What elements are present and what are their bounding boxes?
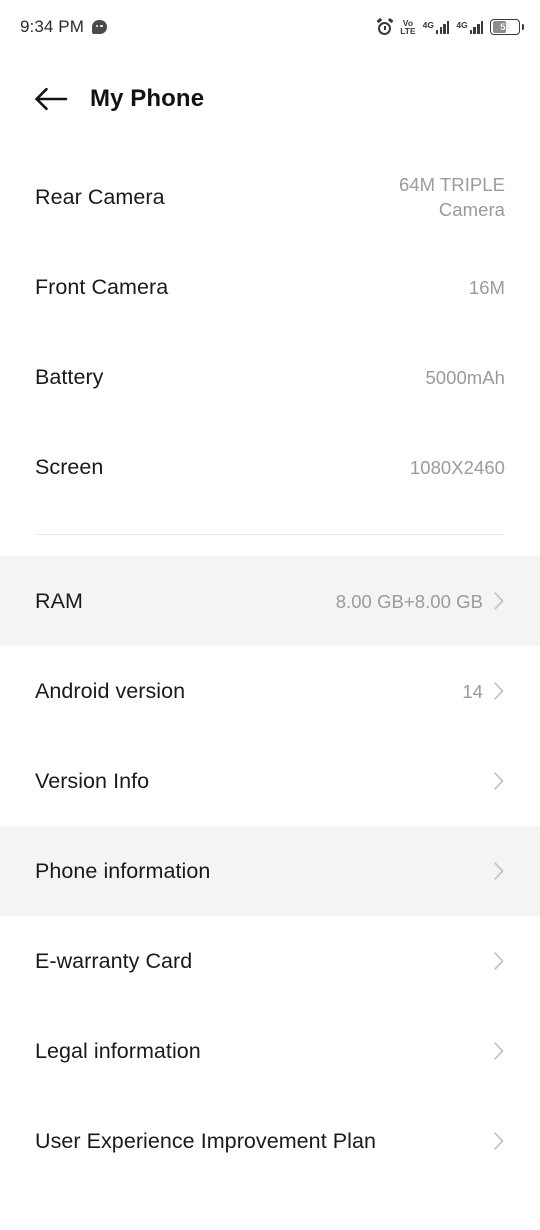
status-bar-right: Vo LTE 4G 4G 52 [376,17,524,36]
chevron-right-icon [494,682,504,700]
alarm-clock-icon [376,17,394,35]
list-item-right [493,1131,505,1151]
list-item-e-warranty-card[interactable]: E-warranty Card [0,916,540,1006]
page-title: My Phone [90,85,205,112]
battery-body: 52 [490,19,521,35]
app-bar: My Phone [0,54,540,144]
network-type-sim1-label: 4G [422,19,434,30]
list-item-phone-information[interactable]: Phone information [0,826,540,916]
list-item-label: Android version [35,679,186,703]
settings-list: Rear Camera 64M TRIPLE Camera Front Came… [0,152,540,1186]
list-item-label: Rear Camera [35,185,165,209]
list-item-value: 64M TRIPLE Camera [398,174,505,220]
list-item-value: 5000mAh [425,366,505,388]
list-item-right: 8.00 GB+8.00 GB [336,589,505,614]
list-item-right [493,951,505,971]
list-item-label: E-warranty Card [35,949,193,973]
list-item-right [493,1041,505,1061]
list-item-right: 16M [469,275,505,300]
status-bar-clock: 9:34 PM [20,17,85,36]
list-item-label: RAM [35,589,83,613]
volte-icon: Vo LTE [400,18,416,36]
status-bar: 9:34 PM Vo LTE 4G 4G 52 [0,0,540,54]
chevron-right-icon [494,772,504,790]
list-item-label: Version Info [35,769,150,793]
battery-percent-label: 52 [500,21,511,33]
battery-icon: 52 [490,19,524,35]
battery-cap [521,23,524,31]
list-item-rear-camera: Rear Camera 64M TRIPLE Camera [0,152,540,242]
list-item-right [493,771,505,791]
back-button[interactable] [34,77,78,121]
list-item-legal-information[interactable]: Legal information [0,1006,540,1096]
list-item-value: 1080X2460 [409,456,505,478]
chevron-right-icon [494,862,504,880]
signal-bars-sim2 [469,20,484,34]
list-item-label: User Experience Improvement Plan [35,1129,376,1153]
list-item-right: 5000mAh [425,365,505,390]
network-type-sim2-label: 4G [456,19,468,30]
list-item-right: 1080X2460 [410,455,505,480]
list-item-label: Screen [35,455,104,479]
list-item-version-info[interactable]: Version Info [0,736,540,826]
status-bar-left: 9:34 PM [20,17,108,37]
list-item-screen: Screen 1080X2460 [0,422,540,512]
chevron-right-icon [494,1042,504,1060]
section-divider [0,512,540,556]
list-item-ram[interactable]: RAM 8.00 GB+8.00 GB [0,556,540,646]
list-item-label: Battery [35,365,104,389]
chat-bubble-icon [92,20,108,34]
list-item-value: 16M [468,276,505,298]
chevron-right-icon [494,1132,504,1150]
list-item-value: 8.00 GB+8.00 GB [335,590,483,612]
list-item-label: Front Camera [35,275,169,299]
signal-strength-sim2-icon: 4G [456,19,484,34]
volte-bottom-label: LTE [400,26,416,36]
list-item-android-version[interactable]: Android version 14 [0,646,540,736]
signal-bars-sim1 [435,20,450,34]
list-item-right [493,861,505,881]
list-item-user-experience-improvement-plan[interactable]: User Experience Improvement Plan [0,1096,540,1186]
list-item-battery: Battery 5000mAh [0,332,540,422]
signal-strength-sim1-icon: 4G [422,19,450,34]
list-item-label: Phone information [35,859,211,883]
list-item-right: 14 [462,679,505,704]
back-arrow-icon [35,87,68,111]
chevron-right-icon [494,592,504,610]
list-item-value: 14 [462,680,483,702]
list-item-label: Legal information [35,1039,201,1063]
list-item-front-camera: Front Camera 16M [0,242,540,332]
chevron-right-icon [494,952,504,970]
list-item-right: 64M TRIPLE Camera [399,172,505,222]
